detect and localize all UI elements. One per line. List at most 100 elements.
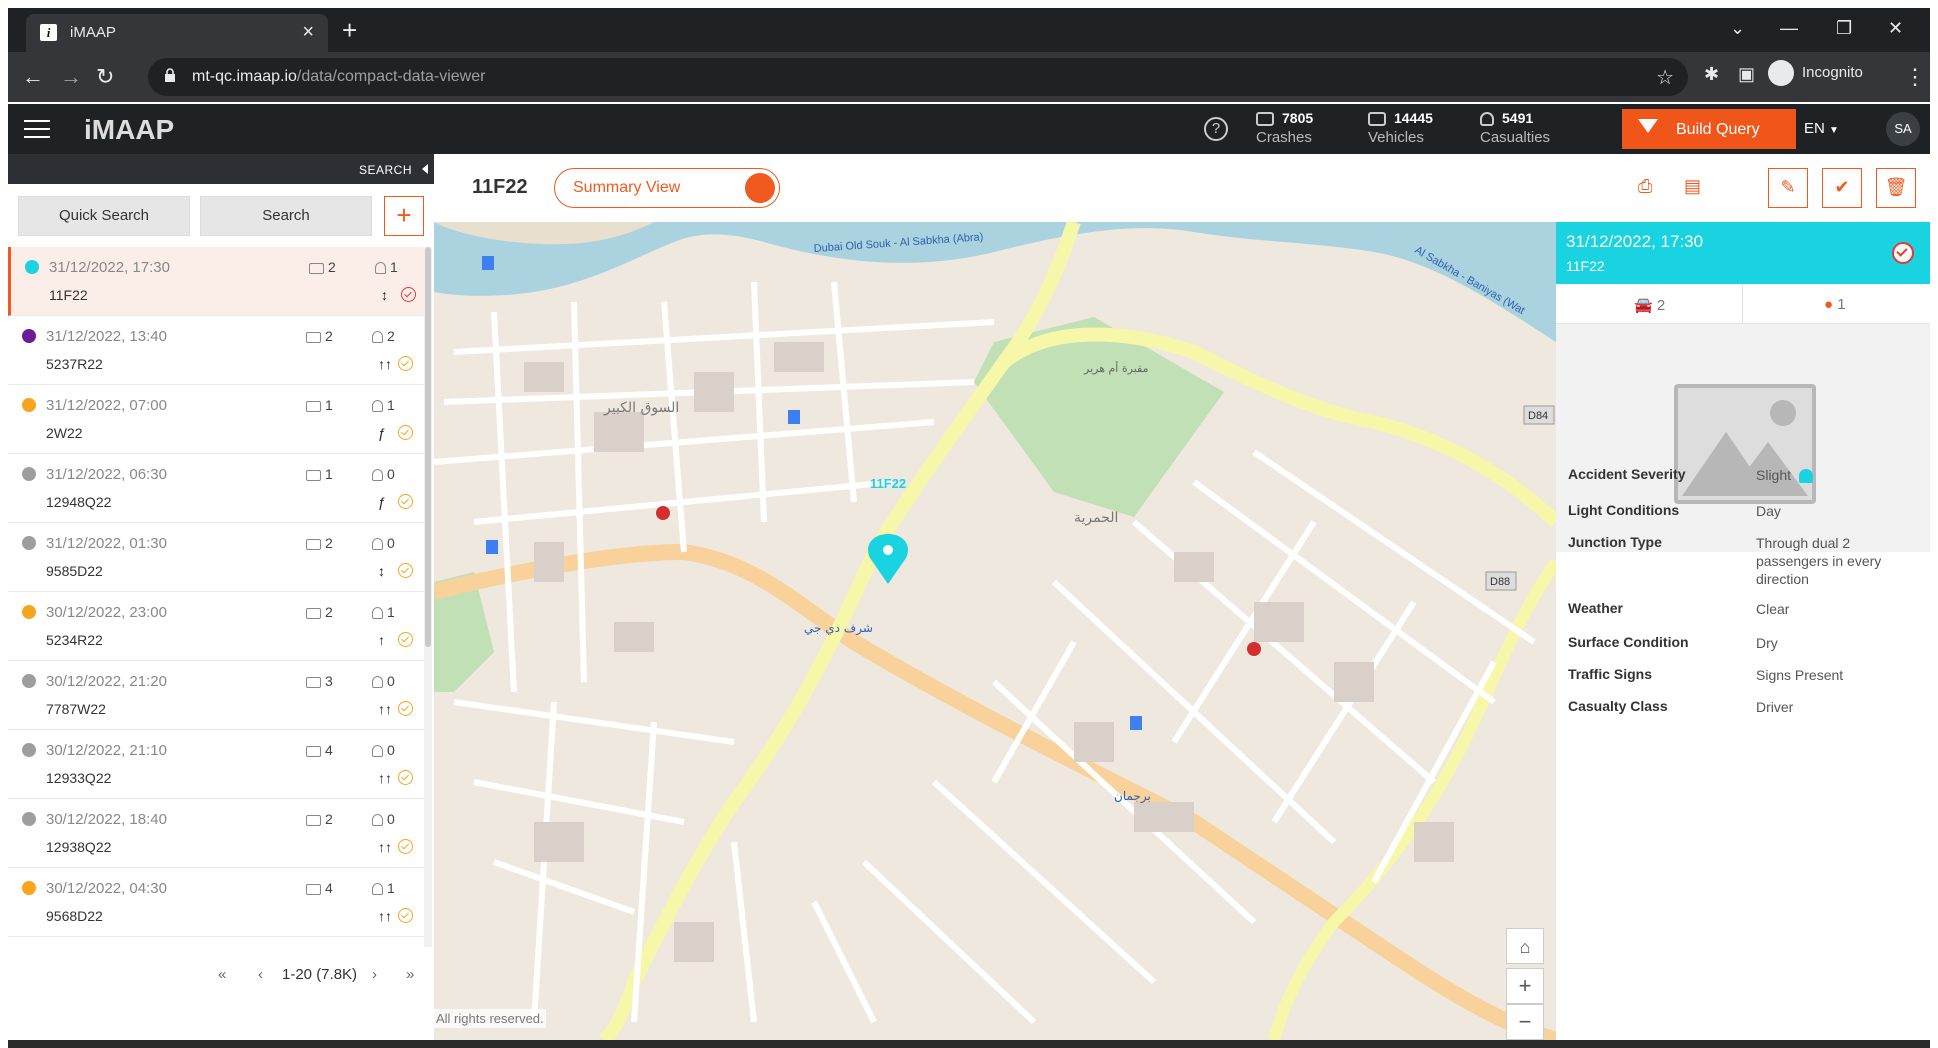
side-panel-icon[interactable]: ▣ <box>1738 64 1755 85</box>
tab-search-icon[interactable]: ⌄ <box>1730 18 1745 39</box>
menu-kebab-icon[interactable]: ⋮ <box>1904 64 1926 90</box>
address-bar[interactable]: mt-qc.imaap.io/data/compact-data-viewer … <box>148 58 1688 96</box>
incognito-label: Incognito <box>1802 63 1863 81</box>
forward-icon[interactable]: → <box>60 64 82 90</box>
edit-button[interactable]: ✎ <box>1768 168 1808 208</box>
attribute-value: Slight <box>1756 466 1916 484</box>
favicon-icon: i <box>40 24 57 41</box>
map-canvas[interactable]: Dubai Old Souk - Al Sabkha (Abra) Al Sab… <box>434 222 1556 1040</box>
chevron-down-icon: ▼ <box>1829 125 1839 136</box>
zoom-in-button[interactable]: + <box>1506 968 1544 1004</box>
delete-button[interactable]: 🗑 <box>1876 168 1916 208</box>
item-casualties-count: 1 <box>387 880 395 896</box>
stat-vehicles[interactable]: 14445 Vehicles <box>1368 110 1433 146</box>
car-icon <box>306 745 321 757</box>
crash-list-item[interactable]: 31/12/2022, 17:30 11F22 2 1 ↕ <box>8 247 426 316</box>
reload-icon[interactable]: ↻ <box>96 64 114 90</box>
url-text: mt-qc.imaap.io/data/compact-data-viewer <box>192 68 485 86</box>
attribute-value: Driver <box>1756 699 1794 715</box>
status-check-icon <box>398 839 413 854</box>
report-icon[interactable]: ▤ <box>1684 176 1706 198</box>
item-casualties-count: 2 <box>387 328 395 344</box>
quick-search-button[interactable]: Quick Search <box>18 196 190 236</box>
trash-icon: 🗑 <box>1884 177 1908 197</box>
add-button[interactable]: + <box>384 196 424 236</box>
map-view[interactable]: Dubai Old Souk - Al Sabkha (Abra) Al Sab… <box>434 222 1556 1040</box>
new-tab-icon[interactable]: + <box>342 17 357 43</box>
hamburger-menu-icon[interactable] <box>24 120 50 138</box>
extensions-icon[interactable]: ✱ <box>1704 64 1719 85</box>
person-icon <box>372 883 383 896</box>
close-window-icon[interactable]: ✕ <box>1888 18 1903 39</box>
direction-icon: ↕ <box>381 287 388 303</box>
summary-view-toggle[interactable]: Summary View <box>554 168 780 208</box>
severity-dot <box>22 467 36 481</box>
close-tab-icon[interactable]: × <box>302 21 314 44</box>
approve-button[interactable]: ✔ <box>1822 168 1862 208</box>
crash-list-item[interactable]: 30/12/2022, 21:20 7787W22 3 0 ↑↑ <box>8 661 426 730</box>
first-page-button[interactable]: « <box>218 966 226 983</box>
crash-list-item[interactable]: 31/12/2022, 07:00 2W22 1 1 ƒ <box>8 385 426 454</box>
attribute-label: Casualty Class <box>1568 698 1668 714</box>
stat-vehicles-label: Vehicles <box>1368 129 1424 147</box>
list-scrollbar[interactable] <box>424 247 432 947</box>
crash-list-item[interactable]: 29/12/2022, 23:303397F2210ƒ <box>8 937 426 947</box>
crash-list-item[interactable]: 31/12/2022, 01:30 9585D22 2 0 ↕ <box>8 523 426 592</box>
stat-crashes[interactable]: 7805 Crashes <box>1256 110 1313 146</box>
stat-crashes-value: 7805 <box>1282 110 1314 126</box>
user-avatar[interactable]: SA <box>1886 112 1920 146</box>
restore-icon[interactable]: ❐ <box>1836 18 1852 39</box>
filter-icon <box>1638 119 1658 133</box>
attribute-value: Dry <box>1756 635 1778 651</box>
collapse-arrow-icon[interactable] <box>422 164 428 174</box>
next-page-button[interactable]: › <box>372 966 377 983</box>
back-icon[interactable]: ← <box>22 64 44 90</box>
item-id: 9568D22 <box>46 908 103 924</box>
browser-tab[interactable]: i iMAAP × <box>26 14 328 52</box>
attribute-value: Through dual 2 passengers in every direc… <box>1756 535 1882 587</box>
minus-icon: − <box>1518 1009 1532 1034</box>
severity-dot <box>22 674 36 688</box>
language-select[interactable]: EN ▼ <box>1804 120 1839 137</box>
crash-list-item[interactable]: 31/12/2022, 06:30 12948Q22 1 0 ƒ <box>8 454 426 523</box>
home-extent-button[interactable]: ⌂ <box>1506 928 1544 964</box>
item-vehicles: 4 <box>306 742 333 758</box>
build-query-label: Build Query <box>1676 121 1760 138</box>
crash-list-item[interactable]: 30/12/2022, 04:30 9568D22 4 1 ↑↑ <box>8 868 426 937</box>
direction-icon: ↑↑ <box>378 770 392 786</box>
attribute-label: Surface Condition <box>1568 634 1689 650</box>
item-id: 11F22 <box>49 287 88 303</box>
zoom-out-button[interactable]: − <box>1506 1004 1544 1040</box>
item-vehicles: 2 <box>306 535 333 551</box>
car-icon <box>306 538 321 550</box>
crash-marker[interactable] <box>868 534 908 584</box>
print-icon[interactable]: ⎙ <box>1638 176 1660 198</box>
place-label-souk: السوق الكبير <box>603 400 679 416</box>
search-button[interactable]: Search <box>200 196 372 236</box>
severity-dot <box>22 743 36 757</box>
crash-list-item[interactable]: 30/12/2022, 18:40 12938Q22 2 0 ↑↑ <box>8 799 426 868</box>
scrollbar-thumb[interactable] <box>425 247 431 647</box>
url-host: mt-qc.imaap.io <box>192 68 297 85</box>
car-icon <box>1368 112 1386 127</box>
item-datetime: 30/12/2022, 18:40 <box>46 811 167 828</box>
help-icon[interactable]: ? <box>1204 117 1228 141</box>
bookmark-star-icon[interactable]: ☆ <box>1656 65 1674 90</box>
item-casualties: 1 <box>372 604 395 620</box>
last-page-button[interactable]: » <box>406 966 414 983</box>
prev-page-button[interactable]: ‹ <box>258 966 263 983</box>
detail-datetime: 31/12/2022, 17:30 <box>1566 232 1704 251</box>
incognito-indicator[interactable]: Incognito <box>1768 60 1863 86</box>
severity-dot <box>22 605 36 619</box>
stat-casualties[interactable]: 5491 Casualties <box>1480 110 1550 146</box>
status-check-icon <box>398 908 413 923</box>
crash-list-item[interactable]: 30/12/2022, 23:00 5234R22 2 1 ↑ <box>8 592 426 661</box>
crash-list-panel: SEARCH Quick Search Search + 31/12/2022,… <box>8 154 434 1040</box>
crash-list-item[interactable]: 30/12/2022, 21:10 12933Q22 4 0 ↑↑ <box>8 730 426 799</box>
creek-water <box>434 222 1556 342</box>
minimize-icon[interactable]: — <box>1780 18 1798 39</box>
item-vehicles: 3 <box>306 673 333 689</box>
search-strip[interactable]: SEARCH <box>8 154 434 184</box>
build-query-button[interactable]: Build Query <box>1622 109 1796 149</box>
crash-list-item[interactable]: 31/12/2022, 13:40 5237R22 2 2 ↑↑ <box>8 316 426 385</box>
